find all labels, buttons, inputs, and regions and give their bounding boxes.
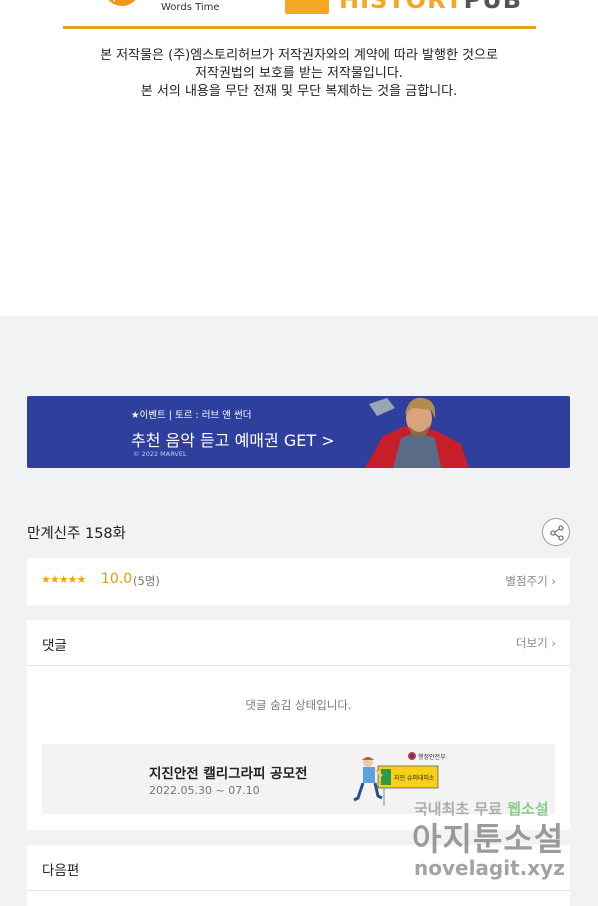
- viewer-bottom-area: Words Time HISTORYPUB 본 저작물은 (주)엠스토리허브가 …: [0, 0, 598, 316]
- pub-logo-text: PUB: [463, 0, 522, 14]
- comment-section-title: 댓글: [42, 638, 67, 654]
- history-pub-logo: HISTORYPUB: [285, 0, 536, 16]
- banner-event-label: ★이벤트 | 토르 : 러브 앤 썬더: [131, 410, 252, 421]
- history-logo-text: HISTORY: [339, 0, 464, 14]
- watermark-line-3: novelagit.xyz: [414, 856, 565, 880]
- episode-title-row: 만계신주 158화: [27, 518, 570, 546]
- banner-headline: 추천 음악 듣고 예매권 GET >: [131, 431, 335, 450]
- rating-card: ★★★★★ 10.0 (5명) 별점주기 ›: [27, 558, 570, 605]
- ad-date: 2022.05.30 ~ 07.10: [149, 784, 260, 797]
- comment-more-button[interactable]: 더보기 ›: [516, 635, 556, 651]
- event-banner[interactable]: ★이벤트 | 토르 : 러브 앤 썬더 추천 음악 듣고 예매권 GET > ©…: [27, 396, 570, 468]
- rate-button-label: 별점주기: [505, 574, 548, 588]
- chevron-right-icon: ›: [551, 636, 556, 650]
- copyright-line-3: 본 서의 내용을 무단 전재 및 무단 복제하는 것을 금합니다.: [140, 84, 458, 99]
- rating-stars: ★★★★★: [41, 573, 86, 586]
- copyright-line-2: 저작권법의 보호를 받는 저작물입니다.: [195, 66, 403, 81]
- comment-more-label: 더보기: [515, 636, 548, 650]
- rating-count: (5명): [133, 574, 160, 588]
- ministry-text: 행정안전부: [418, 753, 446, 761]
- comment-header: 댓글 더보기 ›: [27, 620, 570, 666]
- episode-title: 만계신주 158화: [27, 526, 126, 542]
- words-time-logo-text: Words Time: [161, 2, 220, 13]
- logo-divider: [63, 26, 536, 29]
- watermark-line-2: 아지툰소설: [412, 820, 565, 858]
- site-watermark: 국내최초 무료 웹소설 아지툰소설 novelagit.xyz: [410, 798, 580, 886]
- chevron-right-icon: ›: [551, 574, 556, 588]
- copyright-notice: 본 저작물은 (주)엠스토리허브가 저작권자와의 계약에 따라 발행한 것으로 …: [0, 47, 598, 101]
- rating-score: 10.0: [101, 571, 133, 587]
- share-icon: [550, 525, 564, 541]
- ad-sign-text: 지진 슈퍼대피소: [394, 774, 435, 782]
- share-button[interactable]: [542, 518, 570, 546]
- history-pub-logo-icon: [285, 0, 329, 14]
- comment-hidden-message: 댓글 숨김 상태입니다.: [245, 698, 352, 712]
- banner-copyright: © 2022 MARVEL: [133, 450, 187, 458]
- words-time-logo-icon: [108, 0, 136, 6]
- rate-button[interactable]: 별점주기 ›: [505, 573, 556, 589]
- thor-hero-image-icon: [365, 397, 469, 468]
- next-episode-title: 다음편: [42, 863, 80, 879]
- ad-title: 지진안전 캘리그라피 공모전: [149, 766, 308, 782]
- copyright-line-1: 본 저작물은 (주)엠스토리허브가 저작권자와의 계약에 따라 발행한 것으로: [100, 48, 498, 63]
- publisher-logos: Words Time HISTORYPUB: [63, 0, 536, 28]
